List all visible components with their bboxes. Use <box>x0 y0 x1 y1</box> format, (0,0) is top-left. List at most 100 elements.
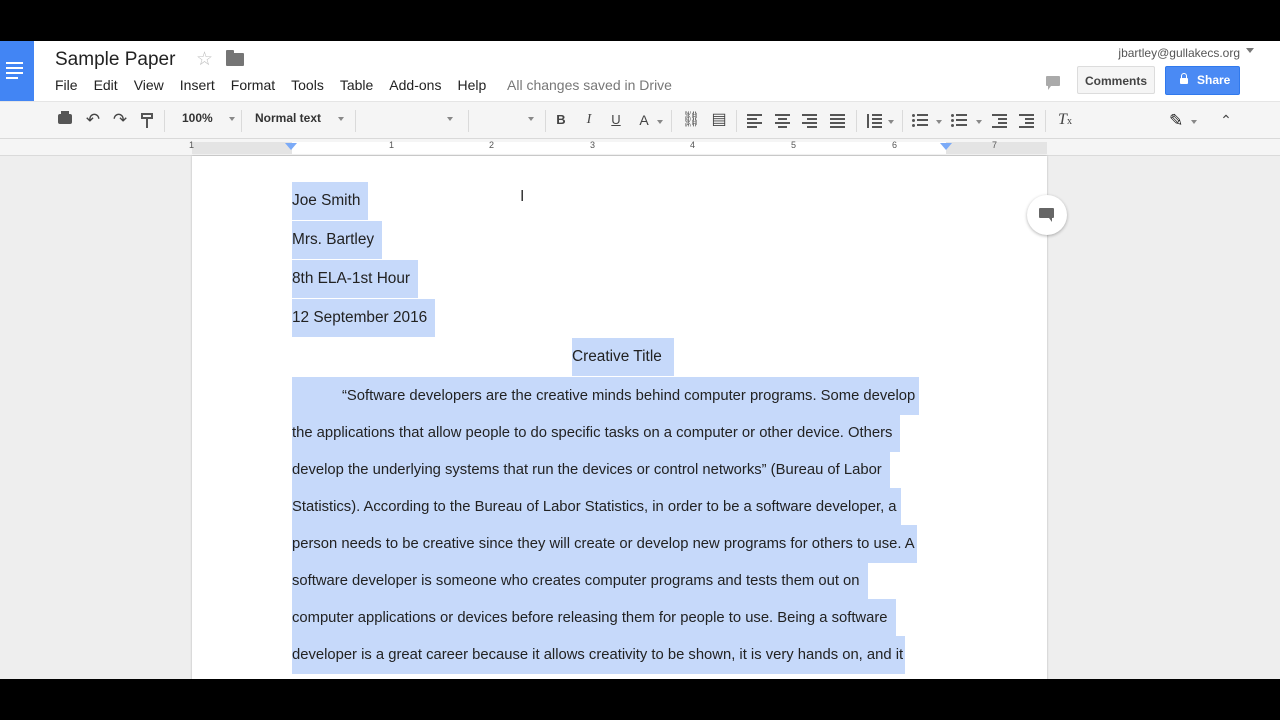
ruler-mark: 7 <box>992 140 998 150</box>
toolbar-divider <box>164 110 165 132</box>
text-color-button[interactable]: A <box>636 110 652 130</box>
selected-text[interactable]: 8th ELA-1st Hour <box>292 260 419 298</box>
link-icon[interactable]: ⛓ <box>680 110 702 130</box>
ruler-mark: 2 <box>489 140 495 150</box>
toolbar-divider <box>1045 110 1046 132</box>
chevron-down-icon[interactable] <box>657 120 663 124</box>
chevron-down-icon[interactable] <box>976 120 982 124</box>
bulleted-list-icon[interactable] <box>951 114 967 127</box>
folder-icon[interactable] <box>226 50 244 66</box>
text-line[interactable]: “Software developers are the creative mi… <box>292 377 920 415</box>
menu-view[interactable]: View <box>134 77 164 93</box>
align-right-icon[interactable] <box>802 114 817 128</box>
selected-text[interactable]: computer applications or devices before … <box>292 599 896 637</box>
text-line[interactable]: Statistics). According to the Bureau of … <box>292 488 901 526</box>
selected-text[interactable]: Mrs. Bartley <box>292 221 383 259</box>
menu-help[interactable]: Help <box>457 77 486 93</box>
text-line[interactable]: computer applications or devices before … <box>292 599 896 637</box>
align-center-icon[interactable] <box>775 114 790 128</box>
ruler-mark: 1 <box>189 140 195 150</box>
comments-button[interactable]: Comments <box>1077 66 1155 94</box>
menu-format[interactable]: Format <box>231 77 275 93</box>
zoom-value: 100% <box>182 111 213 125</box>
text-line[interactable]: develop the underlying systems that run … <box>292 451 890 489</box>
ruler: 1 1 2 3 4 5 6 7 <box>0 139 1280 156</box>
text-line[interactable]: the applications that allow people to do… <box>292 414 901 452</box>
text-line[interactable]: developer is a great career because it a… <box>292 636 906 674</box>
selected-text[interactable]: person needs to be creative since they w… <box>292 525 917 563</box>
selected-text[interactable]: Creative Title <box>572 338 674 376</box>
menu-edit[interactable]: Edit <box>94 77 118 93</box>
selected-text[interactable]: develop the underlying systems that run … <box>292 451 890 489</box>
selected-text[interactable]: software developer is someone who create… <box>292 562 868 600</box>
document-title[interactable]: Sample Paper <box>55 49 175 71</box>
text-line[interactable]: 8th ELA-1st Hour <box>292 260 419 298</box>
print-icon[interactable] <box>58 111 72 124</box>
menu-insert[interactable]: Insert <box>180 77 215 93</box>
text-line[interactable]: Joe Smith <box>292 182 369 220</box>
line-spacing-icon[interactable] <box>866 114 882 128</box>
toolbar-divider <box>241 110 242 132</box>
chat-button[interactable] <box>1040 68 1066 94</box>
toolbar-divider <box>468 110 469 132</box>
selected-text[interactable]: “Software developers are the creative mi… <box>292 377 920 415</box>
text-line[interactable]: person needs to be creative since they w… <box>292 525 917 563</box>
increase-indent-icon[interactable] <box>1019 114 1034 128</box>
align-justify-icon[interactable] <box>830 114 845 128</box>
text-line[interactable]: 12 September 2016 <box>292 299 436 337</box>
toolbar-divider <box>671 110 672 132</box>
menu-tools[interactable]: Tools <box>291 77 324 93</box>
ruler-margin-left <box>192 142 292 154</box>
style-select[interactable]: Normal text <box>255 111 344 125</box>
text-line-centered[interactable]: Creative Title <box>572 338 674 376</box>
redo-icon[interactable]: ↷ <box>111 110 129 130</box>
ruler-page <box>192 142 1047 154</box>
zoom-select[interactable]: 100% <box>182 111 236 125</box>
chevron-down-icon <box>528 117 534 121</box>
toolbar-divider <box>856 110 857 132</box>
paint-format-icon[interactable] <box>141 113 153 128</box>
chevron-down-icon[interactable] <box>1191 120 1197 124</box>
star-icon[interactable]: ☆ <box>196 48 213 71</box>
toolbar-divider <box>355 110 356 132</box>
italic-button[interactable]: I <box>581 110 597 130</box>
selected-text[interactable]: Statistics). According to the Bureau of … <box>292 488 901 526</box>
menu-table[interactable]: Table <box>340 77 373 93</box>
text-line[interactable]: software developer is someone who create… <box>292 562 868 600</box>
bold-button[interactable]: B <box>553 110 569 130</box>
ruler-mark: 3 <box>590 140 596 150</box>
user-email[interactable]: jbartley@gullakecs.org <box>1118 46 1240 60</box>
share-button[interactable]: Share <box>1165 66 1240 95</box>
underline-button[interactable]: U <box>608 110 624 130</box>
chevron-down-icon[interactable] <box>888 120 894 124</box>
menu-bar: File Edit View Insert Format Tools Table… <box>55 77 502 93</box>
chevron-down-icon <box>337 116 344 121</box>
right-indent-handle[interactable] <box>940 143 952 150</box>
text-line[interactable]: Mrs. Bartley <box>292 221 383 259</box>
menu-file[interactable]: File <box>55 77 78 93</box>
add-comment-button[interactable] <box>1027 195 1067 235</box>
selected-text[interactable]: 12 September 2016 <box>292 299 436 337</box>
left-indent-handle[interactable] <box>285 143 297 150</box>
pencil-icon[interactable]: ✎ <box>1169 111 1183 131</box>
decrease-indent-icon[interactable] <box>992 114 1007 128</box>
account-caret-icon[interactable] <box>1246 48 1254 53</box>
save-status[interactable]: All changes saved in Drive <box>507 77 672 93</box>
selected-text[interactable]: developer is a great career because it a… <box>292 636 906 674</box>
chevron-down-icon <box>229 116 236 121</box>
undo-icon[interactable]: ↶ <box>84 110 102 130</box>
numbered-list-icon[interactable] <box>912 114 928 127</box>
clear-formatting-icon[interactable]: Tx <box>1055 110 1075 130</box>
menu-addons[interactable]: Add-ons <box>389 77 441 93</box>
ruler-mark: 1 <box>389 140 395 150</box>
align-left-icon[interactable] <box>747 114 762 128</box>
ruler-mark: 6 <box>892 140 898 150</box>
collapse-menus-icon[interactable]: ⌃ <box>1217 110 1235 130</box>
chevron-down-icon[interactable] <box>936 120 942 124</box>
selected-text[interactable]: Joe Smith <box>292 182 369 220</box>
app-window: Sample Paper ☆ File Edit View Insert For… <box>0 41 1280 679</box>
selected-text[interactable]: the applications that allow people to do… <box>292 414 901 452</box>
ruler-mark: 5 <box>791 140 797 150</box>
comment-insert-icon[interactable]: ▤ <box>710 110 728 130</box>
docs-logo-icon[interactable] <box>0 41 34 101</box>
